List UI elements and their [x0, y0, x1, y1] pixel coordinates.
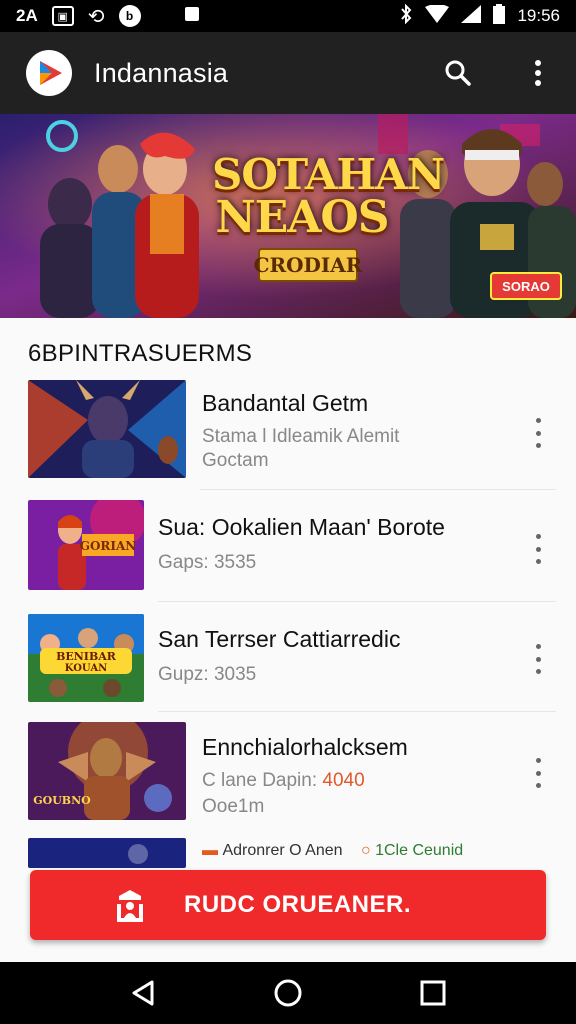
game-list: Bandantal Getm Stama l Idleamik Alemit G…	[0, 376, 576, 826]
notification-image-icon: ▣	[51, 6, 74, 26]
item-title: Sua: Ookalien Maan' Borote	[158, 514, 445, 540]
game-thumbnail: GORIAN	[28, 500, 144, 590]
status-time: 19:56	[517, 6, 560, 25]
item-more-icon[interactable]	[528, 644, 548, 674]
item-title: Bandantal Getm	[202, 390, 369, 416]
item-subtitle: Gaps: 3535	[158, 552, 257, 573]
bluetooth-icon	[399, 3, 413, 29]
list-item[interactable]: BENIBAR KOUAN San Terrser Cattiarredic G…	[0, 602, 576, 712]
status-right: 19:56	[399, 3, 560, 29]
list-item[interactable]: GORIAN Sua: Ookalien Maan' Borote Gaps: …	[0, 490, 576, 602]
game-thumbnail	[28, 838, 186, 868]
status-left-text: 2A	[16, 6, 38, 25]
search-icon[interactable]	[438, 53, 478, 93]
banner-subtitle: CRODIAR	[254, 248, 362, 282]
game-thumbnail	[28, 380, 186, 478]
notification-sync-icon: ⟲	[87, 5, 105, 28]
item-subtitle: Stama l Idleamik Alemit	[202, 426, 400, 447]
item-more-icon[interactable]	[528, 758, 548, 788]
cta-person-icon	[110, 885, 150, 925]
banner-title-line1: SOTAHAN	[212, 150, 445, 199]
item-subtitle: C lane Dapin: 4040	[202, 770, 365, 792]
section-title: 6BPINTRASUERMS	[28, 340, 253, 367]
item-subtitle-accent: 4040	[322, 770, 365, 791]
item-meta: Goctam	[202, 450, 269, 471]
overflow-menu-icon[interactable]	[518, 53, 558, 93]
app-title: Indannasia	[94, 57, 229, 88]
recents-icon[interactable]	[413, 973, 453, 1013]
partial-text-2: 1Cle Ceunid	[375, 842, 464, 859]
partial-bullet-icon: ▬	[202, 842, 223, 859]
status-left: 2A ▣ ⟲ b	[16, 4, 199, 29]
battery-icon	[493, 3, 506, 29]
cta-label: RUDC ORUEANER.	[184, 891, 412, 918]
list-item[interactable]: Bandantal Getm Stama l Idleamik Alemit G…	[0, 376, 576, 490]
wifi-icon	[425, 3, 450, 28]
status-bar: 2A ▣ ⟲ b 19:56	[0, 0, 576, 32]
item-more-icon[interactable]	[528, 534, 548, 564]
featured-banner[interactable]: SOTAHAN NEAOS CRODIAR SORAO	[0, 114, 576, 318]
notification-square-icon	[184, 6, 199, 26]
app-logo-icon	[26, 50, 72, 96]
svg-text:BENIBAR: BENIBAR	[56, 650, 117, 663]
notification-app-icon: b	[118, 5, 141, 27]
item-subtitle: Gupz: 3035	[158, 664, 257, 685]
game-thumbnail: BENIBAR KOUAN	[28, 614, 144, 702]
item-more-icon[interactable]	[528, 418, 548, 448]
svg-text:GORIAN: GORIAN	[80, 539, 137, 553]
partial-item-text: ▬ Adronrer O Anen ○ 1Cle Ceunid	[202, 842, 463, 860]
item-meta: Ooe1m	[202, 796, 265, 817]
signal-icon	[461, 4, 482, 28]
banner-title: SOTAHAN NEAOS	[212, 150, 445, 243]
partial-text-1: Adronrer O Anen	[222, 842, 343, 859]
svg-text:KOUAN: KOUAN	[65, 663, 107, 674]
system-nav-bar	[0, 962, 576, 1024]
banner-title-line2: NEAOS	[215, 192, 390, 243]
svg-text:GOUBNO: GOUBNO	[33, 794, 91, 807]
banner-cta-button[interactable]: SORAO	[490, 272, 562, 300]
app-bar: Indannasia	[0, 32, 576, 114]
home-icon[interactable]	[268, 973, 308, 1013]
item-title: San Terrser Cattiarredic	[158, 626, 401, 652]
partial-bullet-icon: ○	[360, 842, 376, 859]
back-icon[interactable]	[123, 973, 163, 1013]
item-subtitle-prefix: C lane Dapin:	[202, 770, 323, 791]
bottom-cta-button[interactable]: RUDC ORUEANER.	[30, 870, 546, 940]
item-title: Ennchialorhalcksem	[202, 734, 408, 760]
game-thumbnail: GOUBNO	[28, 722, 186, 820]
list-item[interactable]: GOUBNO Ennchialorhalcksem C lane Dapin: …	[0, 712, 576, 826]
